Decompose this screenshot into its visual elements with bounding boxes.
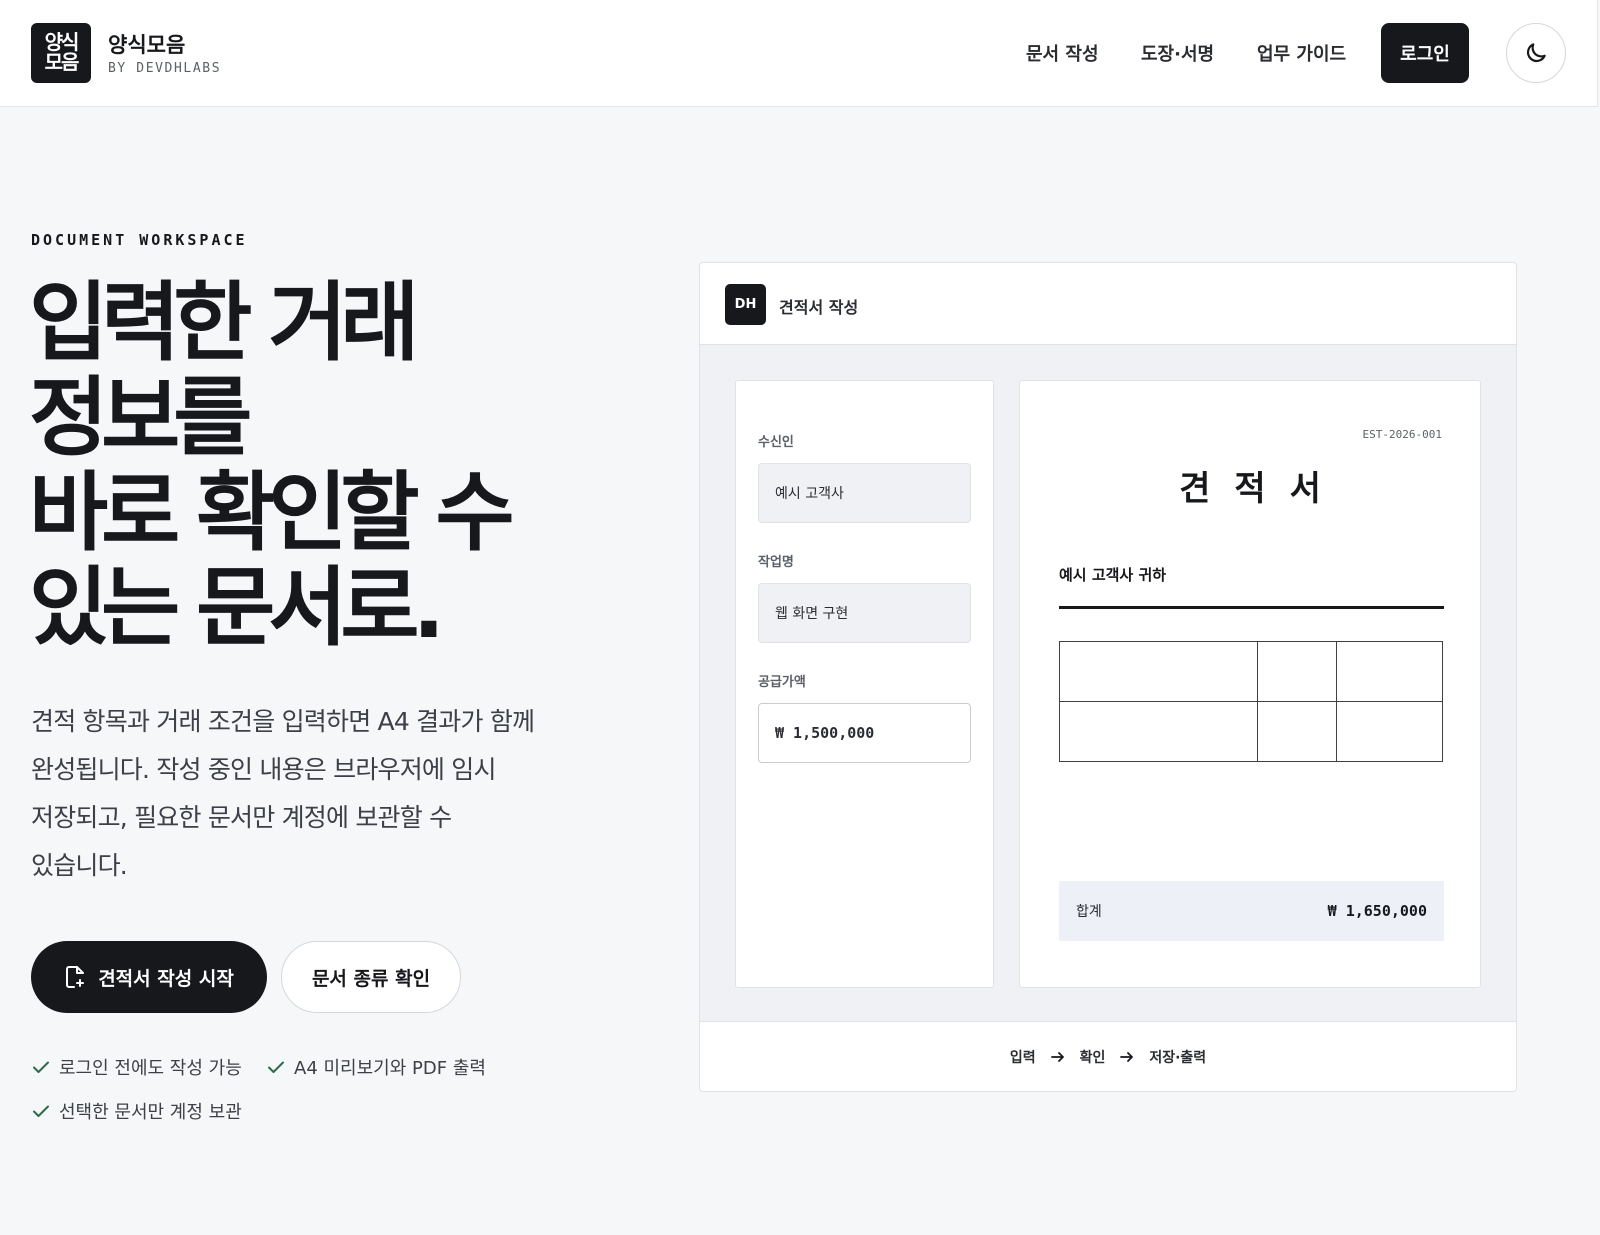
recipient-underline bbox=[1059, 606, 1444, 609]
recipient-label: 수신인 bbox=[758, 435, 794, 450]
job-name-label: 작업명 bbox=[758, 555, 794, 570]
estimate-preview-card: DH 견적서 작성 수신인 예시 고객사 작업명 웹 화면 구현 공급가액 ₩ … bbox=[699, 262, 1517, 1092]
total-label: 합계 bbox=[1076, 904, 1102, 920]
estimate-form-panel: 수신인 예시 고객사 작업명 웹 화면 구현 공급가액 ₩ 1,500,000 bbox=[735, 380, 994, 988]
preview-card-title: 견적서 작성 bbox=[779, 298, 859, 317]
eyebrow-label: DOCUMENT WORKSPACE bbox=[31, 231, 248, 249]
table-cell bbox=[1257, 641, 1337, 702]
hero-description-line: 완성됩니다. 작성 중인 내용은 브라우저에 임시 bbox=[31, 755, 496, 784]
nav-link-document-write[interactable]: 문서 작성 bbox=[1026, 40, 1099, 66]
check-icon bbox=[268, 1061, 284, 1073]
step-save-print: 저장·출력 bbox=[1149, 1049, 1207, 1066]
app-badge: DH bbox=[725, 284, 766, 325]
document-recipient: 예시 고객사 귀하 bbox=[1059, 566, 1167, 584]
nav-link-stamp-signature[interactable]: 도장·서명 bbox=[1141, 40, 1214, 66]
table-cell bbox=[1059, 701, 1258, 762]
hero-title-line: 입력한 거래 bbox=[29, 273, 420, 373]
document-item-table bbox=[1059, 641, 1443, 762]
brand-subtitle: BY DEVDHLABS bbox=[108, 61, 222, 76]
hero-description-line: 있습니다. bbox=[31, 851, 128, 880]
view-document-types-button[interactable]: 문서 종류 확인 bbox=[281, 941, 461, 1013]
login-button[interactable]: 로그인 bbox=[1381, 23, 1469, 83]
a4-document-preview: EST-2026-001 견적서 예시 고객사 귀하 합계 ₩ 1,650,00… bbox=[1019, 380, 1481, 988]
hero-title-line: 있는 문서로. bbox=[29, 558, 445, 658]
table-row bbox=[1059, 641, 1443, 702]
hero-description-line: 저장되고, 필요한 문서만 계정에 보관할 수 bbox=[31, 803, 452, 832]
check-icon bbox=[33, 1061, 49, 1073]
recipient-field[interactable]: 예시 고객사 bbox=[758, 463, 971, 523]
arrow-right-icon bbox=[1050, 1051, 1064, 1062]
document-total-row: 합계 ₩ 1,650,000 bbox=[1059, 881, 1444, 941]
file-plus-icon bbox=[66, 966, 85, 988]
step-confirm: 확인 bbox=[1079, 1049, 1106, 1066]
hero-title-line: 바로 확인할 수 bbox=[29, 463, 515, 563]
feature-label: 로그인 전에도 작성 가능 bbox=[59, 1058, 242, 1079]
moon-icon bbox=[1526, 43, 1546, 63]
start-estimate-label: 견적서 작성 시작 bbox=[98, 967, 234, 990]
feature-item: 로그인 전에도 작성 가능 bbox=[31, 1054, 242, 1080]
feature-label: A4 미리보기와 PDF 출력 bbox=[294, 1058, 486, 1079]
total-value: ₩ 1,650,000 bbox=[1327, 902, 1427, 920]
nav-link-work-guide[interactable]: 업무 가이드 bbox=[1257, 40, 1346, 66]
arrow-right-icon bbox=[1120, 1051, 1134, 1062]
table-cell bbox=[1336, 701, 1443, 762]
hero-title: 입력한 거래 정보를 바로 확인할 수 있는 문서로. bbox=[29, 276, 629, 656]
hero-description: 견적 항목과 거래 조건을 입력하면 A4 결과가 함께 완성됩니다. 작성 중… bbox=[31, 698, 611, 890]
supply-amount-label: 공급가액 bbox=[758, 675, 806, 690]
table-cell bbox=[1336, 641, 1443, 702]
hero-description-line: 견적 항목과 거래 조건을 입력하면 A4 결과가 함께 bbox=[31, 707, 535, 736]
workflow-steps: 입력 확인 저장·출력 bbox=[700, 1021, 1516, 1091]
logo-line-2: 모음 bbox=[44, 50, 80, 74]
site-header: 양식 모음 양식모음 BY DEVDHLABS 문서 작성 도장·서명 업무 가… bbox=[0, 0, 1598, 107]
preview-card-header: DH 견적서 작성 bbox=[700, 263, 1516, 345]
start-estimate-button[interactable]: 견적서 작성 시작 bbox=[31, 941, 267, 1013]
hero-title-line: 정보를 bbox=[29, 368, 252, 468]
feature-item: 선택한 문서만 계정 보관 bbox=[31, 1098, 242, 1124]
brand-name[interactable]: 양식모음 bbox=[108, 29, 185, 59]
logo-line-1: 양식 bbox=[44, 30, 80, 54]
feature-item: A4 미리보기와 PDF 출력 bbox=[266, 1054, 486, 1080]
theme-toggle-button[interactable] bbox=[1506, 23, 1566, 83]
document-title: 견적서 bbox=[1179, 469, 1345, 509]
table-cell bbox=[1059, 641, 1258, 702]
table-row bbox=[1059, 701, 1443, 762]
check-icon bbox=[33, 1105, 49, 1117]
job-name-field[interactable]: 웹 화면 구현 bbox=[758, 583, 971, 643]
document-number: EST-2026-001 bbox=[1362, 428, 1442, 441]
logo[interactable]: 양식 모음 bbox=[31, 23, 91, 83]
feature-label: 선택한 문서만 계정 보관 bbox=[59, 1102, 242, 1123]
table-cell bbox=[1257, 701, 1337, 762]
step-input: 입력 bbox=[1009, 1049, 1036, 1066]
supply-amount-field[interactable]: ₩ 1,500,000 bbox=[758, 703, 971, 763]
